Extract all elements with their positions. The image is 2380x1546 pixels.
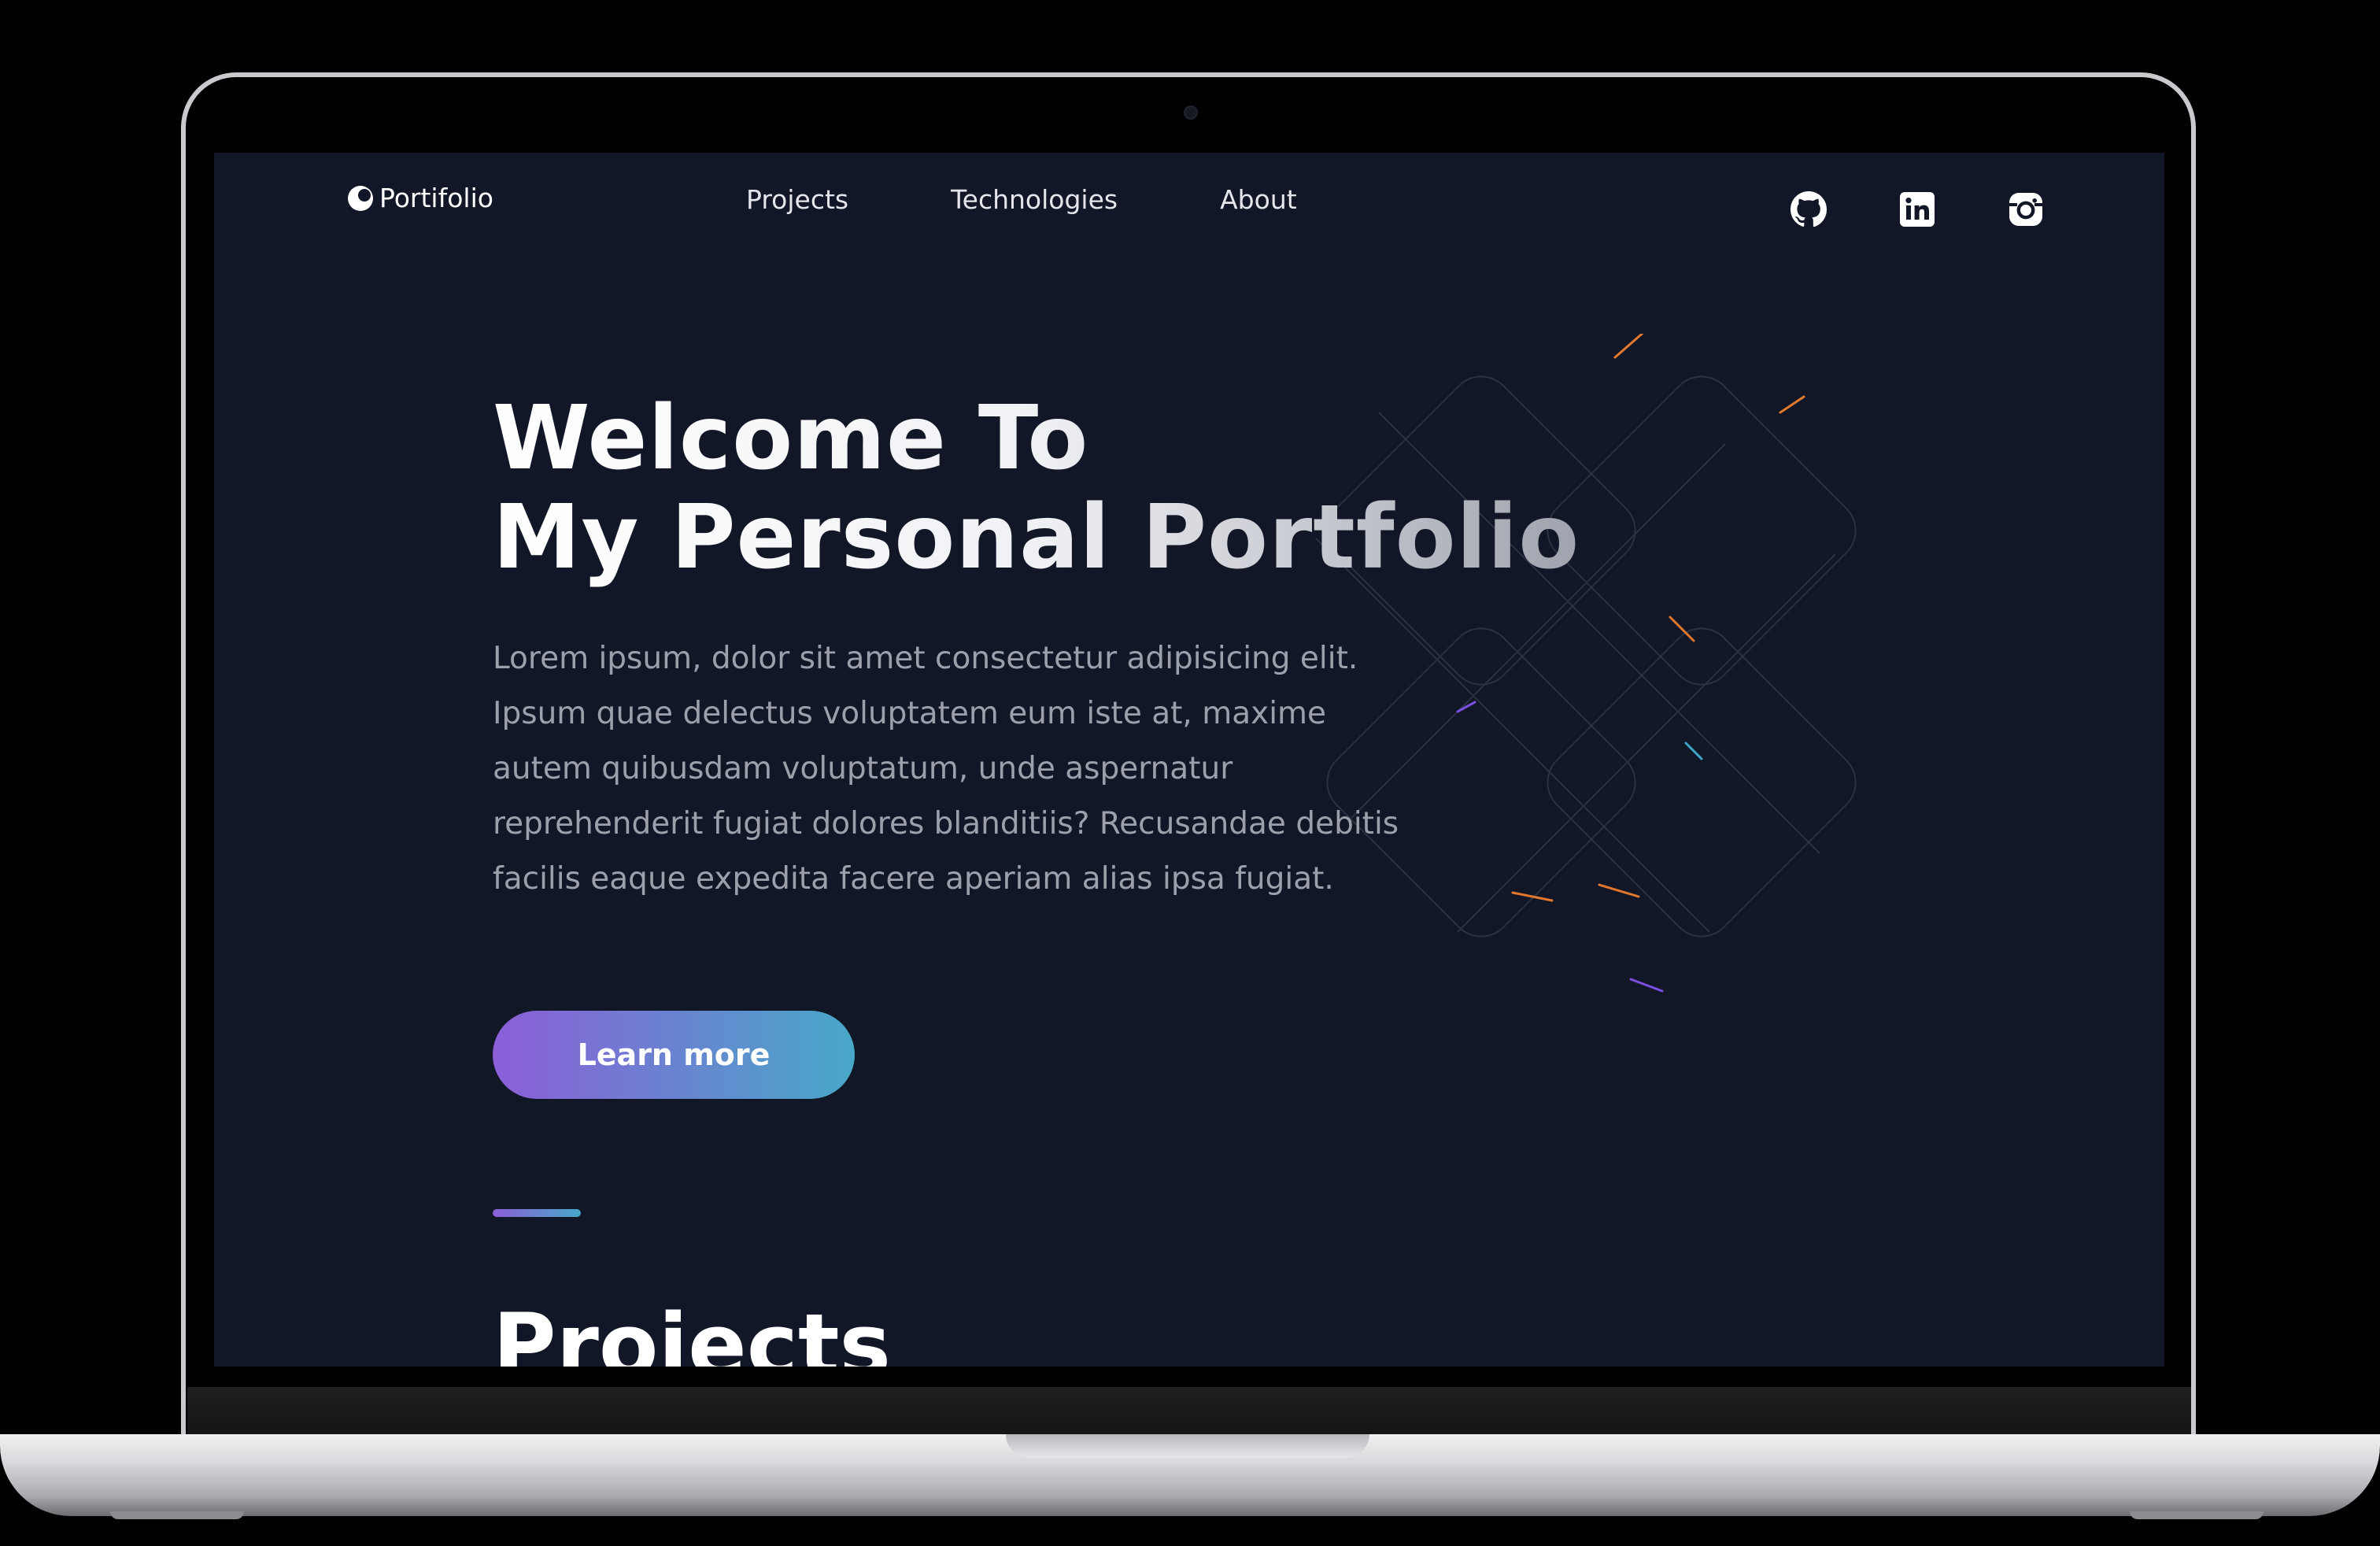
hero-description: Lorem ipsum, dolor sit amet consectetur … — [493, 641, 1399, 897]
projects-heading: Projects — [493, 1295, 892, 1367]
browser-screen: Portifolio Projects Technologies About W… — [214, 153, 2164, 1367]
instagram-icon[interactable] — [2007, 190, 2045, 228]
github-icon[interactable] — [1790, 190, 1828, 228]
navbar: Portifolio Projects Technologies About — [214, 153, 2164, 247]
hero-title-line-2: My Personal Portfolio — [493, 486, 1580, 589]
logo-icon — [348, 185, 373, 211]
section-divider — [493, 1209, 581, 1217]
hero-title: Welcome To My Personal Portfolio — [493, 389, 1580, 587]
nav-link-about[interactable]: About — [1220, 184, 1297, 215]
logo-text: Portifolio — [379, 183, 493, 213]
logo-link[interactable]: Portifolio — [346, 183, 493, 213]
nav-link-technologies[interactable]: Technologies — [951, 184, 1118, 215]
nav-links: Projects Technologies About — [746, 184, 1297, 215]
hero-title-line-1: Welcome To — [493, 387, 1089, 490]
nav-link-projects[interactable]: Projects — [746, 184, 848, 215]
learn-more-button[interactable]: Learn more — [493, 1011, 855, 1099]
webcam-icon — [1184, 105, 1198, 120]
laptop-foot-left — [110, 1511, 244, 1519]
social-links — [1790, 190, 2045, 228]
linkedin-icon[interactable] — [1898, 190, 1936, 228]
laptop-notch — [1006, 1434, 1369, 1458]
laptop-hinge — [187, 1387, 2191, 1434]
laptop-foot-right — [2130, 1511, 2264, 1519]
